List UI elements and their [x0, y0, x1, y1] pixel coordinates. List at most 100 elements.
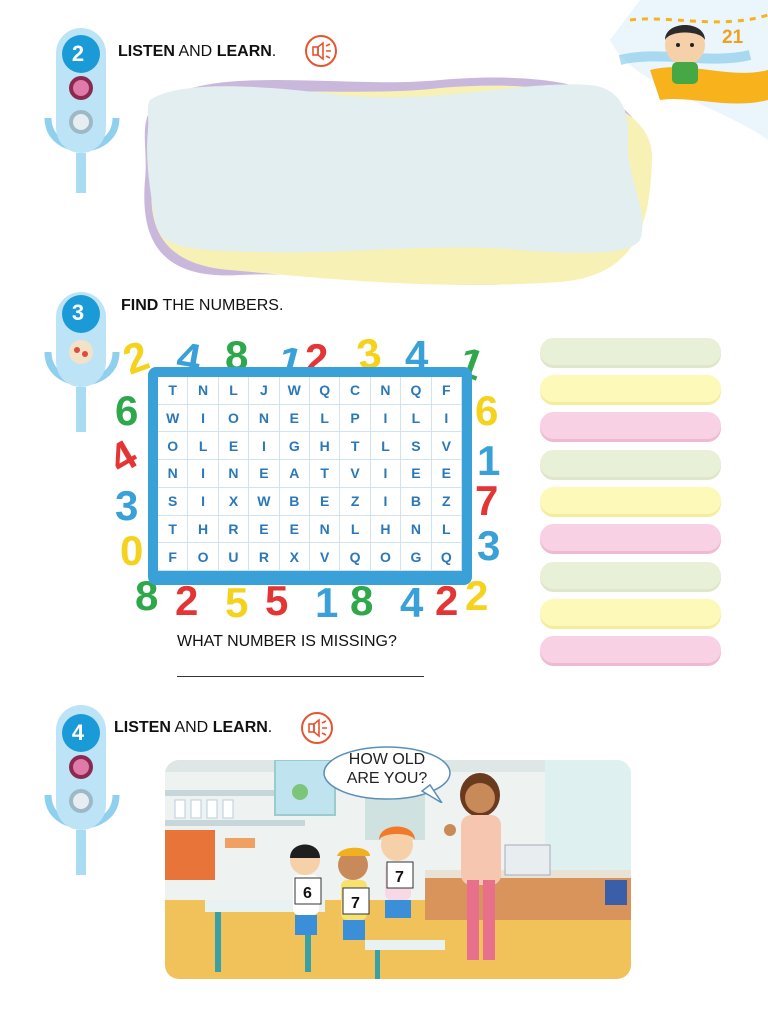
- word-search-cell[interactable]: C: [340, 377, 371, 405]
- answer-bar[interactable]: [540, 338, 721, 365]
- word-search-cell[interactable]: L: [218, 377, 250, 405]
- word-search-cell[interactable]: N: [249, 404, 280, 433]
- word-search-cell[interactable]: Q: [340, 543, 371, 571]
- word-search-cell[interactable]: N: [188, 377, 219, 405]
- word-search-cell[interactable]: N: [309, 515, 341, 544]
- svg-text:4: 4: [115, 430, 145, 483]
- answer-bar[interactable]: [540, 450, 721, 477]
- word-search-cell[interactable]: I: [188, 460, 219, 488]
- word-search-cell[interactable]: L: [370, 432, 402, 461]
- word-search-cell[interactable]: P: [340, 404, 371, 433]
- word-search-cell[interactable]: I: [370, 404, 402, 433]
- svg-text:7: 7: [475, 477, 498, 524]
- word-search-cell[interactable]: I: [370, 460, 402, 488]
- word-search-cell[interactable]: R: [249, 543, 280, 571]
- answer-bar[interactable]: [540, 562, 721, 589]
- word-search-cell[interactable]: L: [431, 515, 462, 544]
- answer-line[interactable]: [177, 676, 424, 677]
- word-search-cell[interactable]: L: [188, 432, 219, 461]
- instruction-find-the-numbers: FIND THE NUMBERS.: [121, 297, 284, 314]
- word-search-cell[interactable]: E: [218, 432, 250, 461]
- word-search-cell[interactable]: E: [309, 487, 341, 516]
- word-search-cell[interactable]: E: [401, 460, 432, 488]
- question-missing-number: WHAT NUMBER IS MISSING?: [177, 633, 397, 650]
- word-search-cell[interactable]: H: [309, 432, 341, 461]
- word-search-cell[interactable]: H: [370, 515, 402, 544]
- word-search-cell[interactable]: U: [218, 543, 250, 571]
- word-search-cell[interactable]: G: [401, 543, 432, 571]
- word-search-cell[interactable]: T: [158, 515, 189, 544]
- word-search-cell[interactable]: O: [188, 543, 219, 571]
- word-search-cell[interactable]: I: [188, 487, 219, 516]
- word-search-cell[interactable]: L: [340, 515, 371, 544]
- word-search-cell[interactable]: V: [340, 460, 371, 488]
- word-search-cell[interactable]: E: [279, 404, 310, 433]
- word-search-cell[interactable]: E: [431, 460, 462, 488]
- word-search-cell[interactable]: W: [158, 404, 189, 433]
- word-search-cell[interactable]: I: [188, 404, 219, 433]
- word-search-cell[interactable]: X: [279, 543, 310, 571]
- word-search-cell[interactable]: E: [279, 515, 310, 544]
- word-search-cell[interactable]: S: [401, 432, 432, 461]
- answer-bar[interactable]: [540, 375, 721, 402]
- svg-text:3: 3: [115, 482, 138, 529]
- word-search-cell[interactable]: S: [158, 487, 189, 516]
- word-search-cell[interactable]: O: [370, 543, 402, 571]
- word-search-cell[interactable]: A: [279, 460, 310, 488]
- section-number: 3: [71, 300, 85, 325]
- answer-bar[interactable]: [540, 487, 721, 514]
- word-search-cell[interactable]: H: [188, 515, 219, 544]
- answer-bar[interactable]: [540, 412, 721, 439]
- word-search-cell[interactable]: R: [218, 515, 250, 544]
- svg-text:0: 0: [120, 527, 143, 574]
- word-search-cell[interactable]: I: [370, 487, 402, 516]
- word-search-cell[interactable]: J: [249, 377, 280, 405]
- svg-text:6: 6: [115, 387, 138, 434]
- word-search-cell[interactable]: O: [218, 404, 250, 433]
- page-number: 21: [722, 27, 744, 48]
- word-search-cell[interactable]: T: [158, 377, 189, 405]
- word-search-cell[interactable]: Z: [340, 487, 371, 516]
- svg-text:4: 4: [400, 579, 424, 620]
- instruction-listen-and-learn: LISTEN AND LEARN.: [114, 719, 273, 736]
- word-search-cell[interactable]: X: [218, 487, 250, 516]
- word-search-cell[interactable]: O: [158, 432, 189, 461]
- answer-bar[interactable]: [540, 524, 721, 551]
- word-search-cell[interactable]: B: [279, 487, 310, 516]
- word-search-cell[interactable]: N: [370, 377, 402, 405]
- word-search-cell[interactable]: W: [249, 487, 280, 516]
- word-search-cell[interactable]: I: [249, 432, 280, 461]
- age-card-1: 6: [303, 885, 312, 902]
- svg-text:3: 3: [477, 522, 500, 569]
- age-card-3: 7: [395, 869, 404, 886]
- word-search-cell[interactable]: V: [309, 543, 341, 571]
- word-search-cell[interactable]: V: [431, 432, 462, 461]
- answer-bar[interactable]: [540, 599, 721, 626]
- svg-text:5: 5: [225, 579, 248, 620]
- word-search-cell[interactable]: Q: [309, 377, 341, 405]
- word-search-cell[interactable]: N: [158, 460, 189, 488]
- word-search-cell[interactable]: L: [401, 404, 432, 433]
- word-search-cell[interactable]: B: [401, 487, 432, 516]
- word-search-cell[interactable]: I: [431, 404, 462, 433]
- word-search-cell[interactable]: T: [309, 460, 341, 488]
- audio-speaker-icon[interactable]: [304, 34, 338, 68]
- word-search-cell[interactable]: F: [158, 543, 189, 571]
- word-search-cell[interactable]: F: [431, 377, 462, 405]
- answer-bar[interactable]: [540, 636, 721, 663]
- word-search-cell[interactable]: E: [249, 460, 280, 488]
- word-search-cell[interactable]: Q: [401, 377, 432, 405]
- word-search-cell[interactable]: Z: [431, 487, 462, 516]
- word-search-cell[interactable]: Q: [431, 543, 462, 571]
- word-search-cell[interactable]: E: [249, 515, 280, 544]
- word-search-cell[interactable]: L: [309, 404, 341, 433]
- age-card-2: 7: [351, 895, 360, 912]
- svg-text:6: 6: [475, 387, 498, 434]
- word-search-cell[interactable]: N: [218, 460, 250, 488]
- audio-speaker-icon[interactable]: [300, 711, 334, 745]
- word-search-cell[interactable]: T: [340, 432, 371, 461]
- word-search-cell[interactable]: N: [401, 515, 432, 544]
- word-search-cell[interactable]: G: [279, 432, 310, 461]
- word-search-grid[interactable]: TNLJWQCNQFWIONELPILIOLEIGHTLSVNINEATVIEE…: [158, 377, 462, 571]
- word-search-cell[interactable]: W: [279, 377, 310, 405]
